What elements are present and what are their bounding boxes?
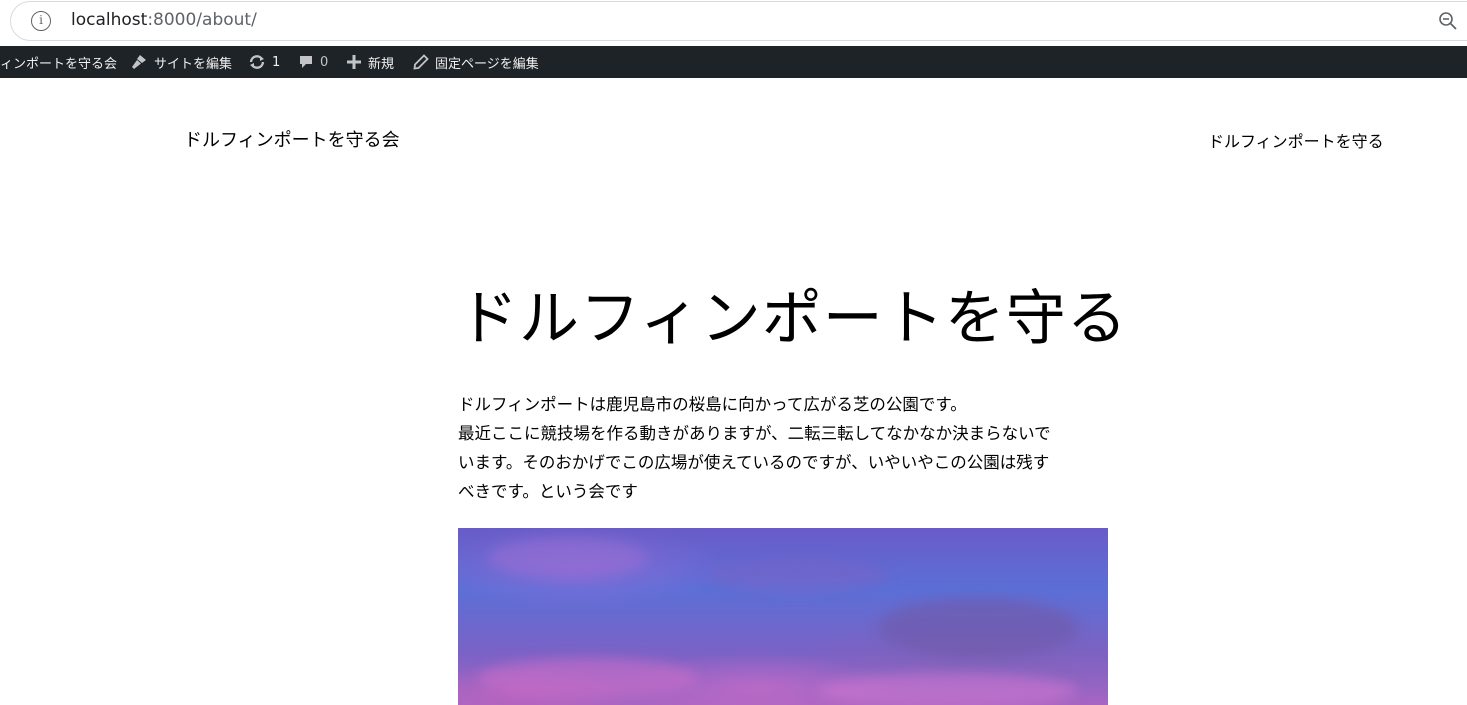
admin-bar-comments[interactable]: 0 [298,46,328,78]
site-title-link[interactable]: ドルフィンポートを守る会 [184,126,400,152]
cloud-shape [708,558,888,593]
hero-sky-image [458,528,1108,705]
paragraph-line: 最近ここに競技場を作る動きがありますが、二転三転してなかなか決まらないで [458,424,1051,443]
info-icon[interactable]: i [31,11,51,31]
paragraph-line: べきです。という会です [458,482,638,501]
updates-icon [249,55,265,69]
admin-bar-edit-site[interactable]: サイトを編集 [130,46,232,78]
url-text[interactable]: localhost:8000/about/ [71,10,257,30]
url-path: :8000/about/ [147,10,257,30]
cloud-shape [478,658,698,698]
pencil-icon [413,54,429,70]
intro-paragraph: ドルフィンポートは鹿児島市の桜島に向かって広がる芝の公園です。 最近ここに競技場… [458,390,1108,506]
admin-bar-updates[interactable]: 1 [248,46,280,78]
comment-icon [300,56,312,68]
cloud-shape [488,538,648,578]
nav-item-about[interactable]: ドルフィンポートを守る [1208,128,1384,152]
wp-admin-bar: ィンポートを守る会 サイトを編集 1 0 新規 固定ページを編集 [0,46,1467,78]
paragraph-line: います。そのおかげでこの広場が使えているのですが、いやいやこの公園は残す [458,453,1050,472]
paragraph-line: ドルフィンポートは鹿児島市の桜島に向かって広がる芝の公園です。 [458,395,967,414]
admin-bar-site-name-label: ィンポートを守る会 [0,56,118,72]
plus-icon [347,55,361,69]
cloud-shape [878,598,1078,658]
zoom-out-icon[interactable] [1438,11,1458,31]
page-title: ドルフィンポートを守る [458,284,1128,354]
new-label: 新規 [368,56,395,72]
admin-bar-new[interactable]: 新規 [346,46,394,78]
brush-icon [132,55,146,69]
updates-count: 1 [272,54,281,70]
comments-count: 0 [320,54,329,70]
edit-page-label: 固定ページを編集 [435,56,539,72]
edit-site-label: サイトを編集 [154,56,233,72]
admin-bar-site-name[interactable]: ィンポートを守る会 [0,46,117,78]
browser-toolbar: i localhost:8000/about/ [0,0,1467,46]
cloud-shape [818,673,1078,705]
admin-bar-edit-page[interactable]: 固定ページを編集 [413,46,539,78]
url-host: localhost [71,10,148,30]
